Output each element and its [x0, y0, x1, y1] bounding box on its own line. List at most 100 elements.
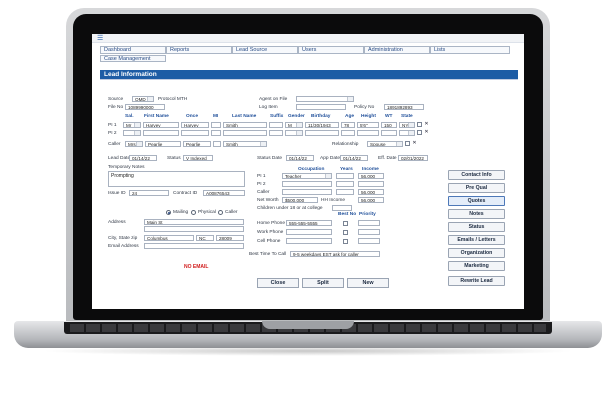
- occ-pi2-years[interactable]: [336, 181, 354, 187]
- nav-tab-administration[interactable]: Administration: [364, 46, 430, 54]
- work-priority-field[interactable]: [358, 229, 380, 235]
- pi2-age[interactable]: [341, 130, 355, 136]
- relationship-select[interactable]: Spouse: [367, 141, 403, 147]
- notes-button[interactable]: Notes: [448, 209, 505, 219]
- nav-tab-reports[interactable]: Reports: [166, 46, 232, 54]
- pi1-checkbox[interactable]: [417, 122, 422, 127]
- pi2-sal[interactable]: [123, 130, 141, 136]
- pi2-once[interactable]: [181, 130, 209, 136]
- status-field[interactable]: V Indexed: [183, 155, 213, 161]
- occ-pi2-occupation[interactable]: [282, 181, 332, 187]
- pi1-last-name[interactable]: Smith: [223, 122, 267, 128]
- pi1-height[interactable]: 5'6": [357, 122, 379, 128]
- occ-caller-years[interactable]: [336, 189, 354, 195]
- status-button[interactable]: Status: [448, 222, 505, 232]
- work-best-checkbox[interactable]: [343, 230, 348, 235]
- hh-income-field[interactable]: 56,000: [358, 197, 384, 203]
- address-line1[interactable]: Main St: [144, 219, 244, 225]
- home-phone-field[interactable]: 555-555-5555: [286, 220, 332, 226]
- pi2-remove-icon[interactable]: ✕: [424, 130, 429, 135]
- split-button[interactable]: Split: [302, 278, 344, 288]
- caller-sal[interactable]: Mrs: [125, 141, 143, 147]
- address-line2[interactable]: [144, 226, 244, 232]
- status-date-field[interactable]: 01/14/22: [286, 155, 314, 161]
- best-time-field[interactable]: 9-5 weekdays EST ask for caller: [290, 251, 380, 257]
- pi1-remove-icon[interactable]: ✕: [424, 122, 429, 127]
- net-worth-field[interactable]: $500,000: [282, 197, 318, 203]
- pre-qual-button[interactable]: Pre Qual: [448, 183, 505, 193]
- zip-field[interactable]: 28009: [216, 235, 244, 241]
- pi1-first-name[interactable]: Harvey: [143, 122, 179, 128]
- nav-tab-lists[interactable]: Lists: [430, 46, 510, 54]
- contact-info-button[interactable]: Contact Info: [448, 170, 505, 180]
- cell-phone-field[interactable]: [286, 238, 332, 244]
- pi1-sal[interactable]: Mr: [123, 122, 141, 128]
- lead-date-field[interactable]: 01/14/22: [129, 155, 157, 161]
- pi2-last-name[interactable]: [223, 130, 267, 136]
- pi1-state[interactable]: NY: [399, 122, 415, 128]
- pi2-birthday[interactable]: [305, 130, 339, 136]
- state-field[interactable]: NC: [196, 235, 214, 241]
- pi2-height[interactable]: [357, 130, 379, 136]
- occ-pi1-occupation[interactable]: Teacher: [282, 173, 332, 179]
- caller-last-name[interactable]: Smith: [223, 141, 267, 147]
- contract-id-field[interactable]: A00876543: [203, 190, 245, 196]
- physical-radio[interactable]: [191, 210, 196, 215]
- occ-caller-occupation[interactable]: [282, 189, 332, 195]
- nav-tab-dashboard[interactable]: Dashboard: [100, 46, 166, 54]
- city-field[interactable]: Columbus: [144, 235, 194, 241]
- close-button[interactable]: Close: [257, 278, 299, 288]
- rewrite-lead-button[interactable]: Rewrite Lead: [448, 276, 505, 286]
- file-no-field[interactable]: 1089990000: [125, 104, 165, 110]
- caller-checkbox[interactable]: [405, 141, 410, 146]
- caller-remove-icon[interactable]: ✕: [412, 141, 417, 146]
- marketing-button[interactable]: Marketing: [448, 261, 505, 271]
- cell-best-checkbox[interactable]: [343, 239, 348, 244]
- quotes-button[interactable]: Quotes: [448, 196, 505, 206]
- pi2-gender[interactable]: [285, 130, 303, 136]
- pi2-wt[interactable]: [381, 130, 397, 136]
- agent-select[interactable]: [296, 96, 354, 102]
- pi1-wt[interactable]: 150: [381, 122, 397, 128]
- caller-address-radio[interactable]: [218, 210, 223, 215]
- pi2-checkbox[interactable]: [417, 130, 422, 135]
- emails-letters-button[interactable]: Emails / Letters: [448, 235, 505, 245]
- menu-icon[interactable]: ☰: [97, 35, 103, 42]
- eff-date-field[interactable]: 02/01/2022: [398, 155, 428, 161]
- organization-button[interactable]: Organization: [448, 248, 505, 258]
- caller-first-name[interactable]: Pearlie: [145, 141, 181, 147]
- occ-caller-income[interactable]: 56,000: [358, 189, 384, 195]
- caller-mi[interactable]: [213, 141, 221, 147]
- nav-tab-users[interactable]: Users: [298, 46, 364, 54]
- pi1-once[interactable]: Harvey: [181, 122, 209, 128]
- pi1-suffix[interactable]: [269, 122, 283, 128]
- email-field[interactable]: [144, 243, 244, 249]
- pi1-mi[interactable]: [211, 122, 221, 128]
- issue-id-field[interactable]: 24: [129, 190, 169, 196]
- pi2-state[interactable]: [399, 130, 415, 136]
- app-date-field[interactable]: 01/14/22: [340, 155, 368, 161]
- notes-textarea[interactable]: Prompting: [108, 171, 245, 187]
- source-select[interactable]: OMD: [132, 96, 154, 102]
- cell-priority-field[interactable]: [358, 238, 380, 244]
- pi1-gender[interactable]: M: [285, 122, 303, 128]
- pi1-age[interactable]: 78: [341, 122, 355, 128]
- nav-tab-lead-source[interactable]: Lead Source: [232, 46, 298, 54]
- pi2-first-name[interactable]: [143, 130, 179, 136]
- nav-tab-case-management[interactable]: Case Management: [100, 55, 166, 62]
- home-priority-field[interactable]: [358, 220, 380, 226]
- occ-pi1-years[interactable]: [336, 173, 354, 179]
- pi2-suffix[interactable]: [269, 130, 283, 136]
- occ-pi2-income[interactable]: [358, 181, 384, 187]
- new-button[interactable]: New: [347, 278, 389, 288]
- mailing-radio[interactable]: [166, 210, 171, 215]
- home-best-checkbox[interactable]: [343, 221, 348, 226]
- pi1-birthday[interactable]: 11/30/1943: [305, 122, 339, 128]
- pi2-mi[interactable]: [211, 130, 221, 136]
- children-field[interactable]: [332, 205, 352, 211]
- work-phone-field[interactable]: [286, 229, 332, 235]
- policy-no-field[interactable]: 1891892893: [384, 104, 424, 110]
- log-item-field[interactable]: [296, 104, 346, 110]
- occ-pi1-income[interactable]: 56,000: [358, 173, 384, 179]
- caller-once[interactable]: Pearlie: [183, 141, 211, 147]
